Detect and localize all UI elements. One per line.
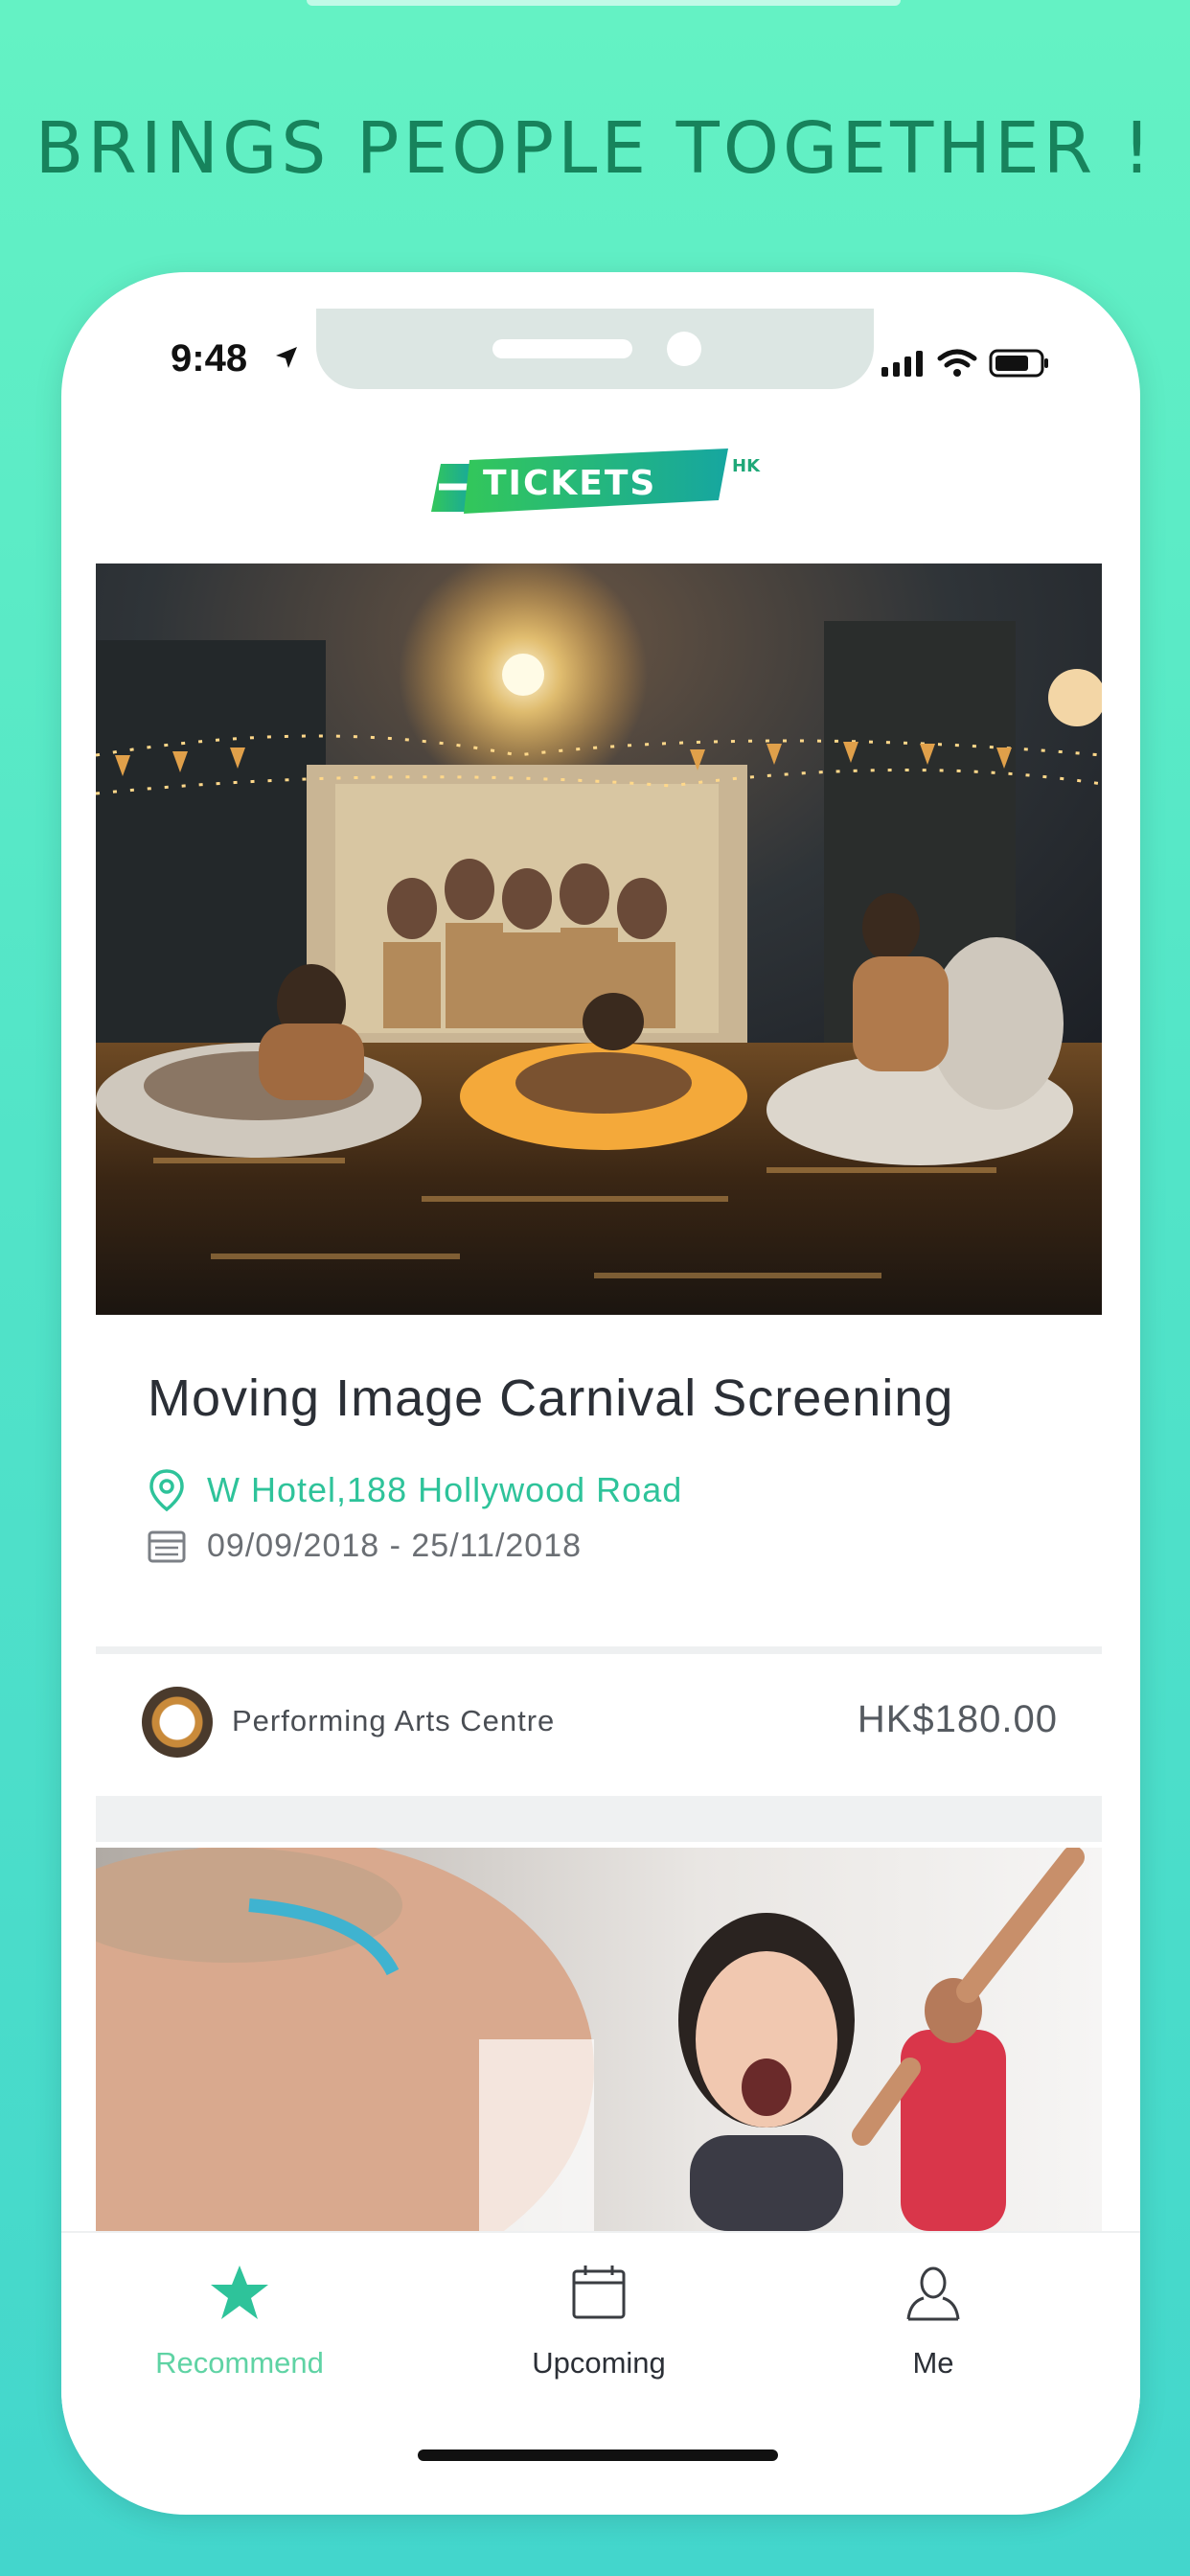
phone-notch <box>316 309 874 389</box>
calendar-icon <box>572 2266 626 2319</box>
speaker-grille <box>492 339 632 358</box>
tab-label-upcoming: Upcoming <box>532 2346 666 2380</box>
signal-icon <box>881 351 923 377</box>
top-pill-decoration <box>307 0 901 6</box>
event-title: Moving Image Carnival Screening <box>148 1369 954 1427</box>
event-date-range: 09/09/2018 - 25/11/2018 <box>207 1528 583 1564</box>
location-arrow-icon <box>276 347 297 368</box>
event-card-body[interactable]: Moving Image Carnival Screening W Hotel,… <box>96 1315 1102 1602</box>
organizer-name: Performing Arts Centre <box>232 1704 556 1737</box>
organizer-avatar <box>142 1687 213 1758</box>
phone-frame: 9:48 TICKETS HK Moving Image Carnival Sc… <box>61 272 1140 2515</box>
bottom-tab-bar: Recommend Upcoming Me <box>61 2231 1140 2413</box>
tab-label-me: Me <box>912 2346 954 2380</box>
second-event-image[interactable] <box>96 1848 1102 2231</box>
event-date-row: 09/09/2018 - 25/11/2018 <box>148 1528 582 1565</box>
person-icon <box>906 2266 960 2321</box>
event-price: HK$180.00 <box>857 1698 1058 1740</box>
event-hero-image[interactable] <box>96 564 1102 1315</box>
front-camera <box>667 332 701 366</box>
status-icons <box>881 349 1050 378</box>
star-icon <box>211 2266 268 2319</box>
organizer-row[interactable]: Performing Arts Centre HK$180.00 <box>96 1654 1102 1796</box>
marketing-headline: BRINGS PEOPLE TOGETHER ! <box>34 107 1156 190</box>
tab-recommend[interactable]: Recommend <box>96 2233 383 2415</box>
calendar-small-icon <box>148 1530 186 1562</box>
tab-label-recommend: Recommend <box>155 2346 324 2380</box>
event-location: W Hotel,188 Hollywood Road <box>207 1470 683 1509</box>
logo-text: TICKETS <box>483 464 656 503</box>
logo-suffix: HK <box>732 456 761 476</box>
home-indicator[interactable] <box>418 2450 778 2461</box>
event-location-row: W Hotel,188 Hollywood Road <box>148 1468 682 1512</box>
card-divider <box>96 1646 1102 1654</box>
map-pin-icon <box>149 1469 184 1512</box>
status-time: 9:48 <box>171 337 248 380</box>
app-logo: TICKETS HK <box>425 445 780 531</box>
tab-upcoming[interactable]: Upcoming <box>455 2233 743 2415</box>
tab-me[interactable]: Me <box>790 2233 1077 2415</box>
card-separator <box>96 1796 1102 1842</box>
battery-icon <box>989 349 1048 378</box>
tickets-logo-icon: TICKETS HK <box>431 448 761 514</box>
wifi-icon <box>937 349 977 377</box>
